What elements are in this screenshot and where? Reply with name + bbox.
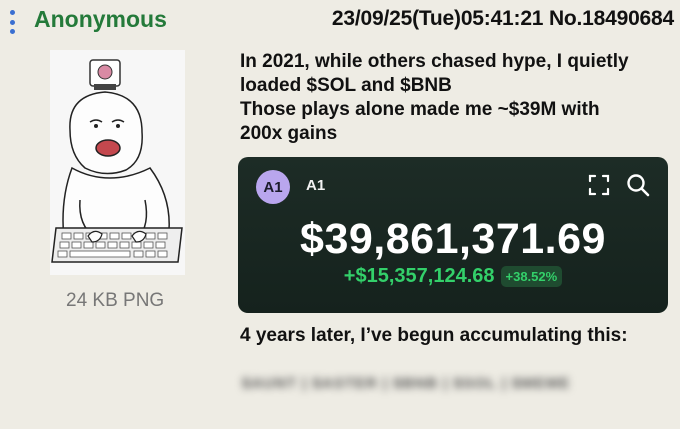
balance-change: +$15,357,124.68 +38.52% — [238, 265, 668, 288]
poster-name: Anonymous — [34, 6, 167, 32]
post-text-line: In 2021, while others chased hype, I qui… — [240, 51, 629, 72]
thumbnail-drawing — [50, 50, 185, 275]
vertical-dots-icon[interactable] — [8, 10, 16, 34]
account-avatar[interactable]: A1 — [256, 170, 290, 204]
post-header-meta: 23/09/25(Tue)05:41:21 No.18490684 — [332, 7, 674, 31]
post-text-line: 200x gains — [240, 123, 338, 144]
expand-icon[interactable] — [588, 174, 610, 196]
portfolio-balance: $39,861,371.69 — [300, 215, 606, 263]
search-icon[interactable] — [626, 173, 650, 197]
post-body: In 2021, while others chased hype, I qui… — [240, 50, 678, 146]
post-container: Anonymous 23/09/25(Tue)05:41:21 No.18490… — [0, 0, 680, 429]
portfolio-card: A1 A1 $39,861,371.69 +$15,357,124.68 +38… — [238, 157, 668, 313]
account-name[interactable]: A1 — [306, 177, 325, 194]
blurred-token-list: $AUNT | $ASTER | $BNB | $SOL | $MEME — [242, 375, 571, 392]
change-percent-badge: +38.52% — [500, 266, 563, 287]
post-datetime: 23/09/25(Tue)05:41:21 — [331, 7, 544, 30]
post-footer-line: 4 years later, I’ve begun accumulating t… — [240, 325, 628, 346]
post-text-line: Those plays alone made me ~$39M with — [240, 99, 600, 120]
wojak-keyboard-image[interactable] — [50, 50, 185, 275]
post-text-line: loaded $SOL and $BNB — [240, 75, 452, 96]
change-absolute: +$15,357,124.68 — [343, 265, 495, 287]
post-number-link[interactable]: No.18490684 — [549, 7, 674, 30]
file-info: 24 KB PNG — [66, 290, 165, 311]
